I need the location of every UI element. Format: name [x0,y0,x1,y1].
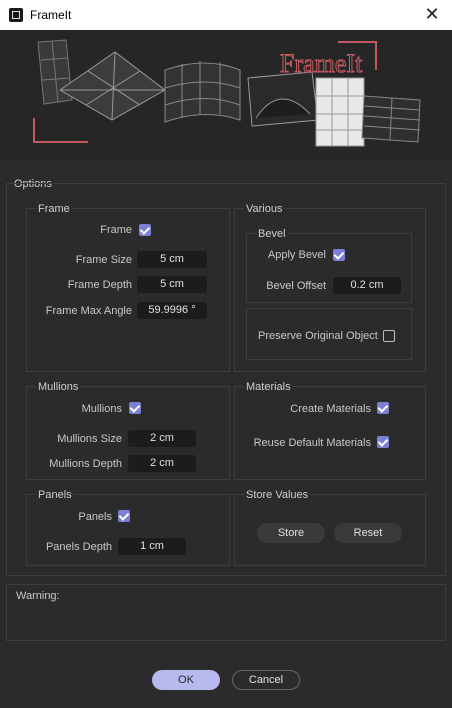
frame-size-field[interactable]: 5 cm [137,251,207,268]
panels-group-title: Panels [36,489,74,501]
close-icon[interactable]: ✕ [422,4,442,24]
frame-group-title: Frame [36,203,72,215]
panels-label: Panels [78,511,112,523]
frame-checkbox[interactable] [139,224,151,236]
banner-illustration: FrameIt [33,39,421,147]
cancel-button[interactable]: Cancel [232,670,300,690]
banner-image: FrameIt [0,30,452,160]
curved-window-graphic [164,61,241,123]
panels-depth-field[interactable]: 1 cm [118,538,186,555]
frame-depth-field[interactable]: 5 cm [137,276,207,293]
frame-max-angle-field[interactable]: 59.9996 ° [137,302,207,319]
preserve-original-checkbox[interactable] [383,330,395,342]
frame-size-label: Frame Size [75,254,132,266]
create-materials-checkbox[interactable] [377,402,389,414]
preserve-original-label: Preserve Original Object [258,330,378,342]
mullions-depth-label: Mullions Depth [49,458,122,470]
frame-label: Frame [100,224,132,236]
panels-depth-label: Panels Depth [45,541,112,553]
store-button[interactable]: Store [257,523,325,543]
panels-group [26,494,230,566]
materials-group [234,386,426,480]
panels-checkbox[interactable] [118,510,130,522]
pyramid-graphic [59,51,166,121]
window-title: FrameIt [30,8,72,22]
warning-group [6,584,446,641]
reset-button[interactable]: Reset [334,523,402,543]
frame-depth-label: Frame Depth [67,279,132,291]
title-bar: FrameIt ✕ [0,0,452,30]
app-icon [9,8,23,22]
apply-bevel-checkbox[interactable] [333,249,345,261]
white-window-graphic [315,77,365,147]
mullions-size-label: Mullions Size [57,433,122,445]
reuse-default-materials-label: Reuse Default Materials [253,437,371,449]
mullions-checkbox[interactable] [129,402,141,414]
mullions-label: Mullions [81,403,122,415]
mullions-depth-field[interactable]: 2 cm [128,455,196,472]
louver-window-graphic [361,95,421,143]
ok-button[interactable]: OK [152,670,220,690]
bevel-offset-field[interactable]: 0.2 cm [333,277,401,294]
bevel-group-title: Bevel [256,228,288,240]
create-materials-label: Create Materials [290,403,371,415]
logo-text: FrameIt [280,49,363,78]
frame-max-angle-label: Frame Max Angle [45,305,132,317]
mullions-size-field[interactable]: 2 cm [128,430,196,447]
store-values-group-title: Store Values [244,489,311,501]
various-group-title: Various [244,203,285,215]
materials-group-title: Materials [244,381,293,393]
warning-label: Warning: [16,590,60,602]
reuse-default-materials-checkbox[interactable] [377,436,389,448]
mullions-group-title: Mullions [36,381,81,393]
arch-window-graphic [247,71,319,127]
bevel-offset-label: Bevel Offset [266,280,326,292]
apply-bevel-label: Apply Bevel [267,249,326,261]
